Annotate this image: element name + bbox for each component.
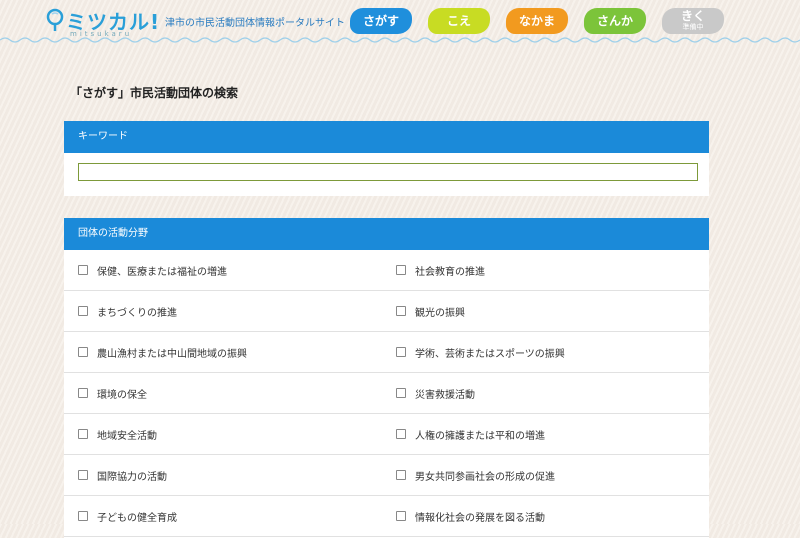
category-option[interactable]: 情報化社会の発展を図る活動 [396, 496, 545, 536]
nav-button-kiku[interactable]: きく 準備中 [662, 8, 724, 34]
category-checkbox[interactable] [78, 347, 88, 357]
category-label: 人権の擁護または平和の増進 [415, 430, 545, 442]
category-label: まちづくりの推進 [97, 307, 177, 319]
category-label: 保健、医療または福祉の増進 [97, 266, 227, 278]
page-title: 「さがす」市民活動団体の検索 [70, 86, 239, 100]
nav-label: さがす [362, 14, 399, 28]
magnifier-logo-icon [46, 8, 64, 31]
category-panel: 団体の活動分野 保健、医療または福祉の増進 社会教育の推進まちづくりの推進 観光の振… [64, 218, 709, 538]
category-label: 社会教育の推進 [415, 266, 485, 278]
category-checkbox[interactable] [396, 470, 406, 480]
category-label: 地域安全活動 [97, 430, 157, 442]
nav-button-nakama[interactable]: なかま [506, 8, 568, 34]
site-tagline: 津市の市民活動団体情報ポータルサイト [165, 18, 345, 29]
category-checkbox[interactable] [396, 511, 406, 521]
keyword-input[interactable] [78, 163, 698, 181]
category-heading: 団体の活動分野 [64, 218, 709, 250]
nav-label: なかま [518, 14, 555, 28]
category-option[interactable]: 観光の振興 [396, 291, 465, 331]
category-row: 農山漁村または中山間地域の振興 学術、芸術またはスポーツの振興 [64, 332, 709, 373]
nav-button-koe[interactable]: こえ [428, 8, 490, 34]
category-label: 子どもの健全育成 [97, 512, 177, 524]
category-option[interactable]: 男女共同参画社会の形成の促進 [396, 455, 555, 495]
category-label: 観光の振興 [415, 307, 465, 319]
site-header: ミツカル! mitsukaru 津市の市民活動団体情報ポータルサイト さがす こ… [0, 0, 800, 38]
category-checkbox[interactable] [78, 306, 88, 316]
category-checkbox[interactable] [396, 347, 406, 357]
category-label: 男女共同参画社会の形成の促進 [415, 471, 555, 483]
category-checkbox[interactable] [396, 306, 406, 316]
header-wave-divider [0, 37, 800, 43]
nav-sublabel: 準備中 [682, 23, 704, 31]
nav-label: さんか [596, 14, 633, 28]
category-option[interactable]: 災害救援活動 [396, 373, 475, 413]
keyword-panel: キーワード [64, 121, 709, 196]
category-row: まちづくりの推進 観光の振興 [64, 291, 709, 332]
category-option[interactable]: 保健、医療または福祉の増進 [78, 250, 227, 290]
category-row: 地域安全活動 人権の擁護または平和の増進 [64, 414, 709, 455]
category-option[interactable]: 子どもの健全育成 [78, 496, 177, 536]
nav-button-sagasu[interactable]: さがす [350, 8, 412, 34]
nav-label: きく [680, 9, 705, 23]
category-label: 国際協力の活動 [97, 471, 167, 483]
category-label: 環境の保全 [97, 389, 147, 401]
category-label: 災害救援活動 [415, 389, 475, 401]
keyword-heading: キーワード [64, 121, 709, 153]
category-label: 農山漁村または中山間地域の振興 [97, 348, 247, 360]
category-checkbox[interactable] [78, 429, 88, 439]
category-option[interactable]: 人権の擁護または平和の増進 [396, 414, 545, 454]
category-checkbox[interactable] [396, 265, 406, 275]
category-row: 保健、医療または福祉の増進 社会教育の推進 [64, 250, 709, 291]
category-checkbox[interactable] [78, 511, 88, 521]
category-option[interactable]: 学術、芸術またはスポーツの振興 [396, 332, 565, 372]
category-option[interactable]: 農山漁村または中山間地域の振興 [78, 332, 247, 372]
keyword-body [64, 153, 709, 196]
nav-button-sanka[interactable]: さんか [584, 8, 646, 34]
category-option[interactable]: まちづくりの推進 [78, 291, 177, 331]
category-checkbox[interactable] [396, 429, 406, 439]
category-list: 保健、医療または福祉の増進 社会教育の推進まちづくりの推進 観光の振興農山漁村または… [64, 250, 709, 537]
category-row: 子どもの健全育成 情報化社会の発展を図る活動 [64, 496, 709, 537]
category-option[interactable]: 国際協力の活動 [78, 455, 167, 495]
category-label: 情報化社会の発展を図る活動 [415, 512, 545, 524]
category-checkbox[interactable] [78, 388, 88, 398]
category-option[interactable]: 環境の保全 [78, 373, 147, 413]
nav-label: こえ [446, 14, 471, 28]
category-option[interactable]: 地域安全活動 [78, 414, 157, 454]
category-checkbox[interactable] [396, 388, 406, 398]
category-option[interactable]: 社会教育の推進 [396, 250, 485, 290]
category-checkbox[interactable] [78, 265, 88, 275]
category-row: 環境の保全 災害救援活動 [64, 373, 709, 414]
category-checkbox[interactable] [78, 470, 88, 480]
category-row: 国際協力の活動 男女共同参画社会の形成の促進 [64, 455, 709, 496]
category-label: 学術、芸術またはスポーツの振興 [415, 348, 565, 360]
